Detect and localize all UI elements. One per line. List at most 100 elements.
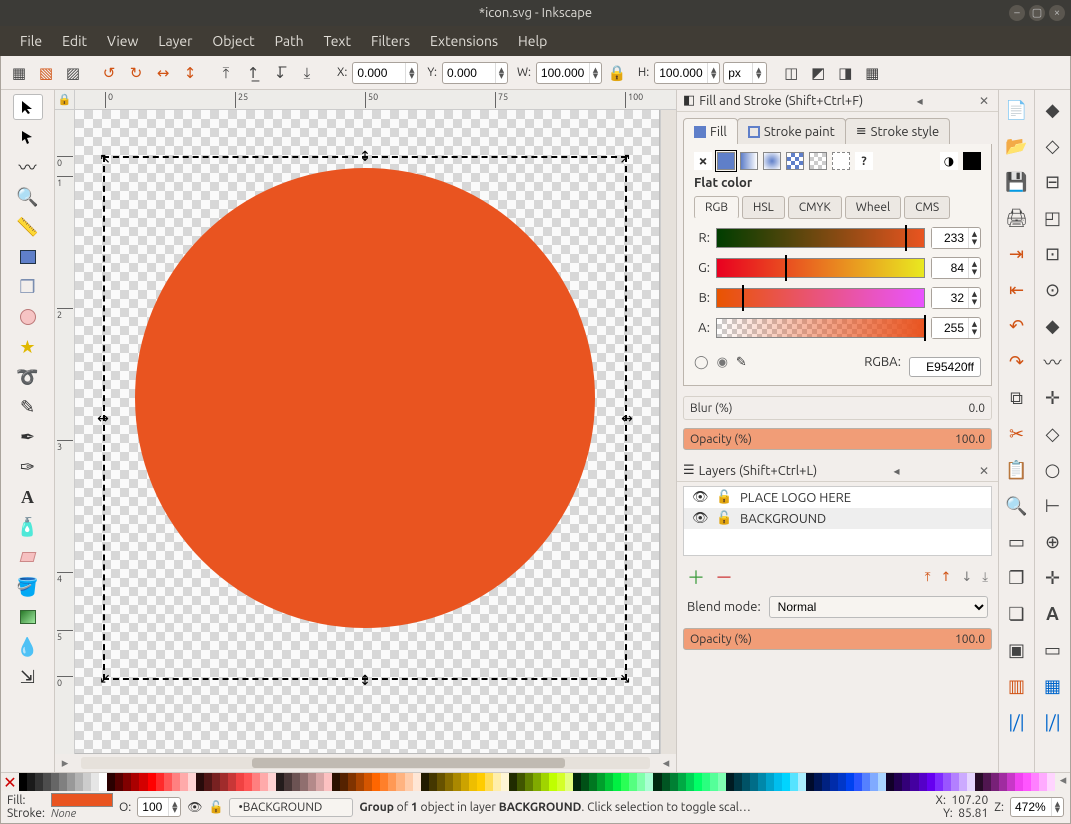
palette-swatch[interactable] [878,773,886,791]
x-spin[interactable]: ▲▼ [352,62,418,84]
palette-swatch[interactable] [927,773,935,791]
lock-icon[interactable]: 🔓 [716,511,732,526]
canvas[interactable]: ↖ ↕ ↗ ↔ ↔ ↙ ↕ ↘ [75,110,660,754]
status-fill-swatch[interactable] [51,793,113,807]
menu-file[interactable]: File [10,29,52,53]
ungroup-icon[interactable]: ▥ [1004,674,1030,698]
palette-swatch[interactable] [445,773,453,791]
menu-extensions[interactable]: Extensions [420,29,508,53]
palette-swatch[interactable] [148,773,156,791]
raise-top-button[interactable]: ⤒ [214,61,238,85]
open-doc-icon[interactable]: 📂 [1004,134,1030,158]
bucket-tool[interactable]: 🪣 [13,574,43,600]
palette-swatch[interactable] [629,773,637,791]
bezier-tool[interactable]: ✒ [13,424,43,450]
palette-swatch[interactable] [493,773,501,791]
export-icon[interactable]: ⇤ [1004,278,1030,302]
palette-swatch[interactable] [750,773,758,791]
slider-r[interactable] [716,228,925,248]
palette-menu-icon[interactable]: ◂ [1056,773,1070,791]
palette-swatch[interactable] [702,773,710,791]
clone-icon[interactable]: ❏ [1004,602,1030,626]
group-icon[interactable]: ▣ [1004,638,1030,662]
palette-swatch[interactable] [244,773,252,791]
layer-opacity-bar[interactable]: Opacity (%) 100.0 [683,628,992,650]
palette-swatch[interactable] [388,773,396,791]
layer-to-bottom-button[interactable]: ⤓ [982,570,988,585]
palette-swatch[interactable] [814,773,822,791]
redo-icon[interactable]: ↷ [1004,350,1030,374]
palette-swatch[interactable] [324,773,332,791]
palette-swatch[interactable] [670,773,678,791]
palette-swatch[interactable] [67,773,75,791]
palette-swatch[interactable] [991,773,999,791]
panel-close-icon[interactable]: ✕ [976,94,992,108]
palette-swatch[interactable] [131,773,139,791]
ruler-horizontal[interactable]: 0 25 50 75 100 [75,90,676,110]
snap-cusp-icon[interactable]: ◇ [1040,422,1066,446]
palette-swatch[interactable] [469,773,477,791]
palette-swatch[interactable] [364,773,372,791]
paste-icon[interactable]: 📋 [1004,458,1030,482]
layers-min-icon[interactable]: ◂ [891,464,903,478]
palette-swatch[interactable] [236,773,244,791]
palette-swatch[interactable] [902,773,910,791]
palette-swatch[interactable] [830,773,838,791]
palette-swatch[interactable] [862,773,870,791]
palette-swatch[interactable] [308,773,316,791]
layers-close-icon[interactable]: ✕ [976,464,992,478]
palette-swatch[interactable] [260,773,268,791]
palette-swatch[interactable] [734,773,742,791]
layer-down-button[interactable]: ↓ [961,570,972,585]
palette-swatch[interactable] [421,773,429,791]
palette-swatch[interactable] [485,773,493,791]
mode-wheel[interactable]: Wheel [845,196,901,219]
palette-swatch[interactable] [75,773,83,791]
palette-swatch[interactable] [220,773,228,791]
scrollbar-horizontal[interactable] [81,757,650,769]
palette-swatch[interactable] [429,773,437,791]
scrollbar-vertical[interactable] [660,110,676,754]
palette-swatch[interactable] [694,773,702,791]
paint-unknown[interactable] [832,152,850,170]
status-opacity-spin[interactable]: ▲▼ [137,797,181,817]
dropper-tool[interactable]: 💧 [13,634,43,660]
pick-circle-icon[interactable]: ◉ [717,355,728,370]
palette-swatch[interactable] [999,773,1007,791]
cut-icon[interactable]: ✂ [1004,422,1030,446]
lock-icon[interactable]: 🔓 [716,490,732,505]
mode-hsl[interactable]: HSL [742,196,785,219]
zoom-fit-icon[interactable]: 🔍 [1004,494,1030,518]
measure-tool[interactable]: 📏 [13,214,43,240]
add-layer-button[interactable]: ＋ [687,564,705,590]
close-button[interactable]: × [1049,5,1065,21]
spray-tool[interactable]: 🧴 [13,514,43,540]
palette-swatch[interactable] [453,773,461,791]
input-b[interactable]: ▲▼ [931,287,981,309]
palette-swatch[interactable] [372,773,380,791]
rect-tool[interactable] [13,244,43,270]
lower-button[interactable]: ↓̅ [268,61,292,85]
palette-swatch[interactable] [589,773,597,791]
palette-swatch[interactable] [196,773,204,791]
palette-swatch[interactable] [91,773,99,791]
palette-swatch[interactable] [35,773,43,791]
mode-cmyk[interactable]: CMYK [788,196,842,219]
palette-swatch[interactable] [340,773,348,791]
layer-up-button[interactable]: ↑ [940,570,951,585]
palette-swatch[interactable] [228,773,236,791]
menu-object[interactable]: Object [202,29,264,53]
palette-swatch[interactable] [597,773,605,791]
palette-swatch[interactable] [541,773,549,791]
palette-swatch[interactable] [621,773,629,791]
slider-a[interactable] [716,318,925,338]
palette-swatch[interactable] [678,773,686,791]
palette-swatch[interactable] [1047,773,1055,791]
palette-swatch[interactable] [1007,773,1015,791]
snap-grid-icon[interactable]: ▦ [1040,674,1066,698]
blend-mode-select[interactable]: Normal [769,596,988,618]
palette-swatch[interactable] [284,773,292,791]
paint-pattern[interactable] [786,152,804,170]
paint-none[interactable]: × [694,152,712,170]
palette-swatch[interactable] [549,773,557,791]
